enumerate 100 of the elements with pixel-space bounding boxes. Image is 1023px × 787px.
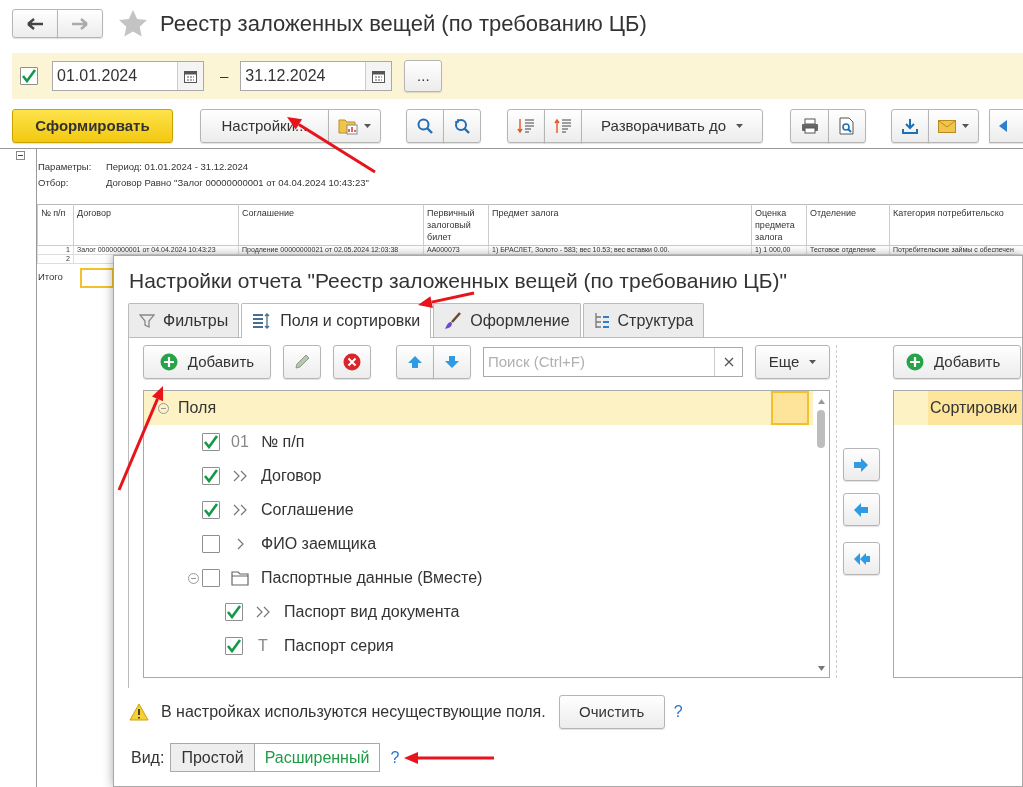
calendar-icon — [372, 69, 386, 83]
move-down-button[interactable] — [433, 345, 471, 379]
tab[interactable]: Фильтры — [128, 303, 240, 337]
column-header: Первичный залоговый билет — [423, 204, 489, 246]
generate-button[interactable]: Сформировать — [12, 109, 173, 143]
tree-item[interactable]: Паспорт вид документа — [284, 600, 460, 624]
checkbox[interactable] — [202, 501, 220, 519]
caret-icon — [962, 124, 969, 128]
back-button[interactable] — [12, 9, 58, 38]
refresh-search-button[interactable] — [443, 109, 481, 143]
tree-item[interactable]: № п/п — [261, 430, 305, 454]
date-field[interactable]: 01.01.2024 — [52, 61, 204, 91]
folder-icon — [231, 570, 249, 586]
envelope-icon — [938, 119, 956, 133]
checkbox[interactable] — [202, 569, 220, 587]
expand-to-dropdown[interactable]: Разворачивать до — [581, 109, 763, 143]
type-glyph: T — [258, 636, 268, 656]
edit-button[interactable] — [283, 345, 321, 379]
add-button[interactable]: Добавить — [893, 345, 1021, 379]
column-header: Категория потребительско — [889, 204, 1023, 246]
move-up-button[interactable] — [396, 345, 434, 379]
tree-item[interactable]: Соглашение — [261, 498, 354, 522]
column-header: Отделение — [806, 204, 890, 246]
delete-icon — [343, 353, 361, 371]
view-option[interactable]: Простой — [170, 743, 255, 772]
checkmark-icon — [21, 69, 37, 83]
filter-icon — [139, 312, 155, 329]
parameter-value: Договор Равно "Залог 00000000001 от 04.04.2024 10:43:23" — [105, 176, 370, 190]
plus-icon — [159, 353, 178, 371]
variants-button[interactable] — [328, 109, 381, 143]
chevron-icon — [236, 538, 244, 550]
preview-button[interactable] — [828, 109, 866, 143]
search-icon — [417, 118, 433, 134]
checkmark-icon — [226, 639, 242, 653]
collapse-icon — [16, 151, 25, 160]
parameter-label: Отбор: — [37, 176, 70, 190]
checkbox[interactable] — [202, 433, 220, 451]
column-header: Соглашение — [238, 204, 424, 246]
column-header: Предмет залога — [488, 204, 752, 246]
parameter-label: Параметры: — [37, 160, 93, 174]
double-chevron-icon — [232, 470, 248, 482]
download-icon — [902, 118, 918, 134]
print-button[interactable] — [790, 109, 829, 143]
delete-button[interactable] — [333, 345, 371, 379]
add-button[interactable]: Добавить — [143, 345, 271, 379]
plus-icon — [906, 353, 924, 371]
email-button[interactable] — [928, 109, 979, 143]
checkmark-icon — [203, 469, 219, 483]
back-button[interactable] — [989, 109, 1023, 143]
more-button[interactable]: ... — [404, 60, 443, 92]
help-link[interactable]: ? — [390, 745, 400, 770]
sort-ascending-button[interactable] — [544, 109, 582, 143]
checkbox[interactable] — [225, 637, 243, 655]
document-search-icon — [839, 117, 855, 135]
clear-button[interactable]: Очистить — [558, 695, 665, 729]
arrow-left-icon — [998, 119, 1010, 133]
search-field[interactable]: Поиск (Ctrl+F) — [483, 347, 743, 377]
checkbox[interactable] — [225, 603, 243, 621]
checkbox[interactable] — [202, 535, 220, 553]
scroll-up-icon — [817, 399, 825, 404]
column-header: Договор — [73, 204, 239, 246]
sort-list-icon — [517, 118, 535, 134]
view-option[interactable]: Расширенный — [253, 743, 381, 772]
warning-text: В настройках используются несуществующие поля. — [161, 702, 546, 722]
move-all-left-button[interactable] — [843, 542, 880, 575]
column-header: № п/п — [37, 204, 74, 246]
type-glyph: 01 — [231, 432, 249, 452]
star-icon — [118, 9, 148, 38]
search-refresh-icon — [453, 118, 471, 134]
folder-chart-icon — [338, 117, 358, 135]
scrollbar-thumb[interactable] — [817, 410, 825, 448]
move-left-button[interactable] — [843, 493, 880, 526]
checkmark-icon — [203, 503, 219, 517]
view-label: Вид: — [131, 747, 165, 768]
sort-list-icon — [554, 118, 572, 134]
sort-descending-button[interactable] — [507, 109, 545, 143]
tree-item[interactable]: Поля — [178, 396, 217, 420]
search-button[interactable] — [406, 109, 444, 143]
page-title: Реестр заложенных вещей (по требованию ЦБ) — [160, 10, 647, 38]
tab[interactable]: Оформление — [433, 303, 581, 337]
tab[interactable]: Структура — [582, 303, 705, 337]
download-button[interactable] — [891, 109, 929, 143]
more-dropdown[interactable]: Еще — [755, 345, 830, 379]
caret-icon — [736, 124, 743, 128]
tree-item[interactable]: Договор — [261, 464, 322, 488]
help-link[interactable]: ? — [673, 700, 683, 724]
caret-icon — [809, 360, 817, 364]
move-right-button[interactable] — [843, 448, 880, 481]
checkmark-icon — [203, 435, 219, 449]
tree-item[interactable]: Паспорт серия — [284, 634, 394, 658]
tab[interactable]: Поля и сортировки — [241, 303, 432, 338]
tree-item[interactable]: Паспортные данные (Вместе) — [261, 566, 483, 590]
annotation-arrow — [418, 291, 475, 308]
calendar-button[interactable] — [365, 62, 392, 90]
calendar-button[interactable] — [177, 62, 203, 90]
date-field[interactable]: 31.12.2024 — [240, 61, 393, 91]
checkbox[interactable] — [20, 67, 38, 85]
checkbox[interactable] — [202, 467, 220, 485]
selection-frame — [771, 391, 809, 425]
tree-item[interactable]: ФИО заемщика — [261, 532, 377, 556]
